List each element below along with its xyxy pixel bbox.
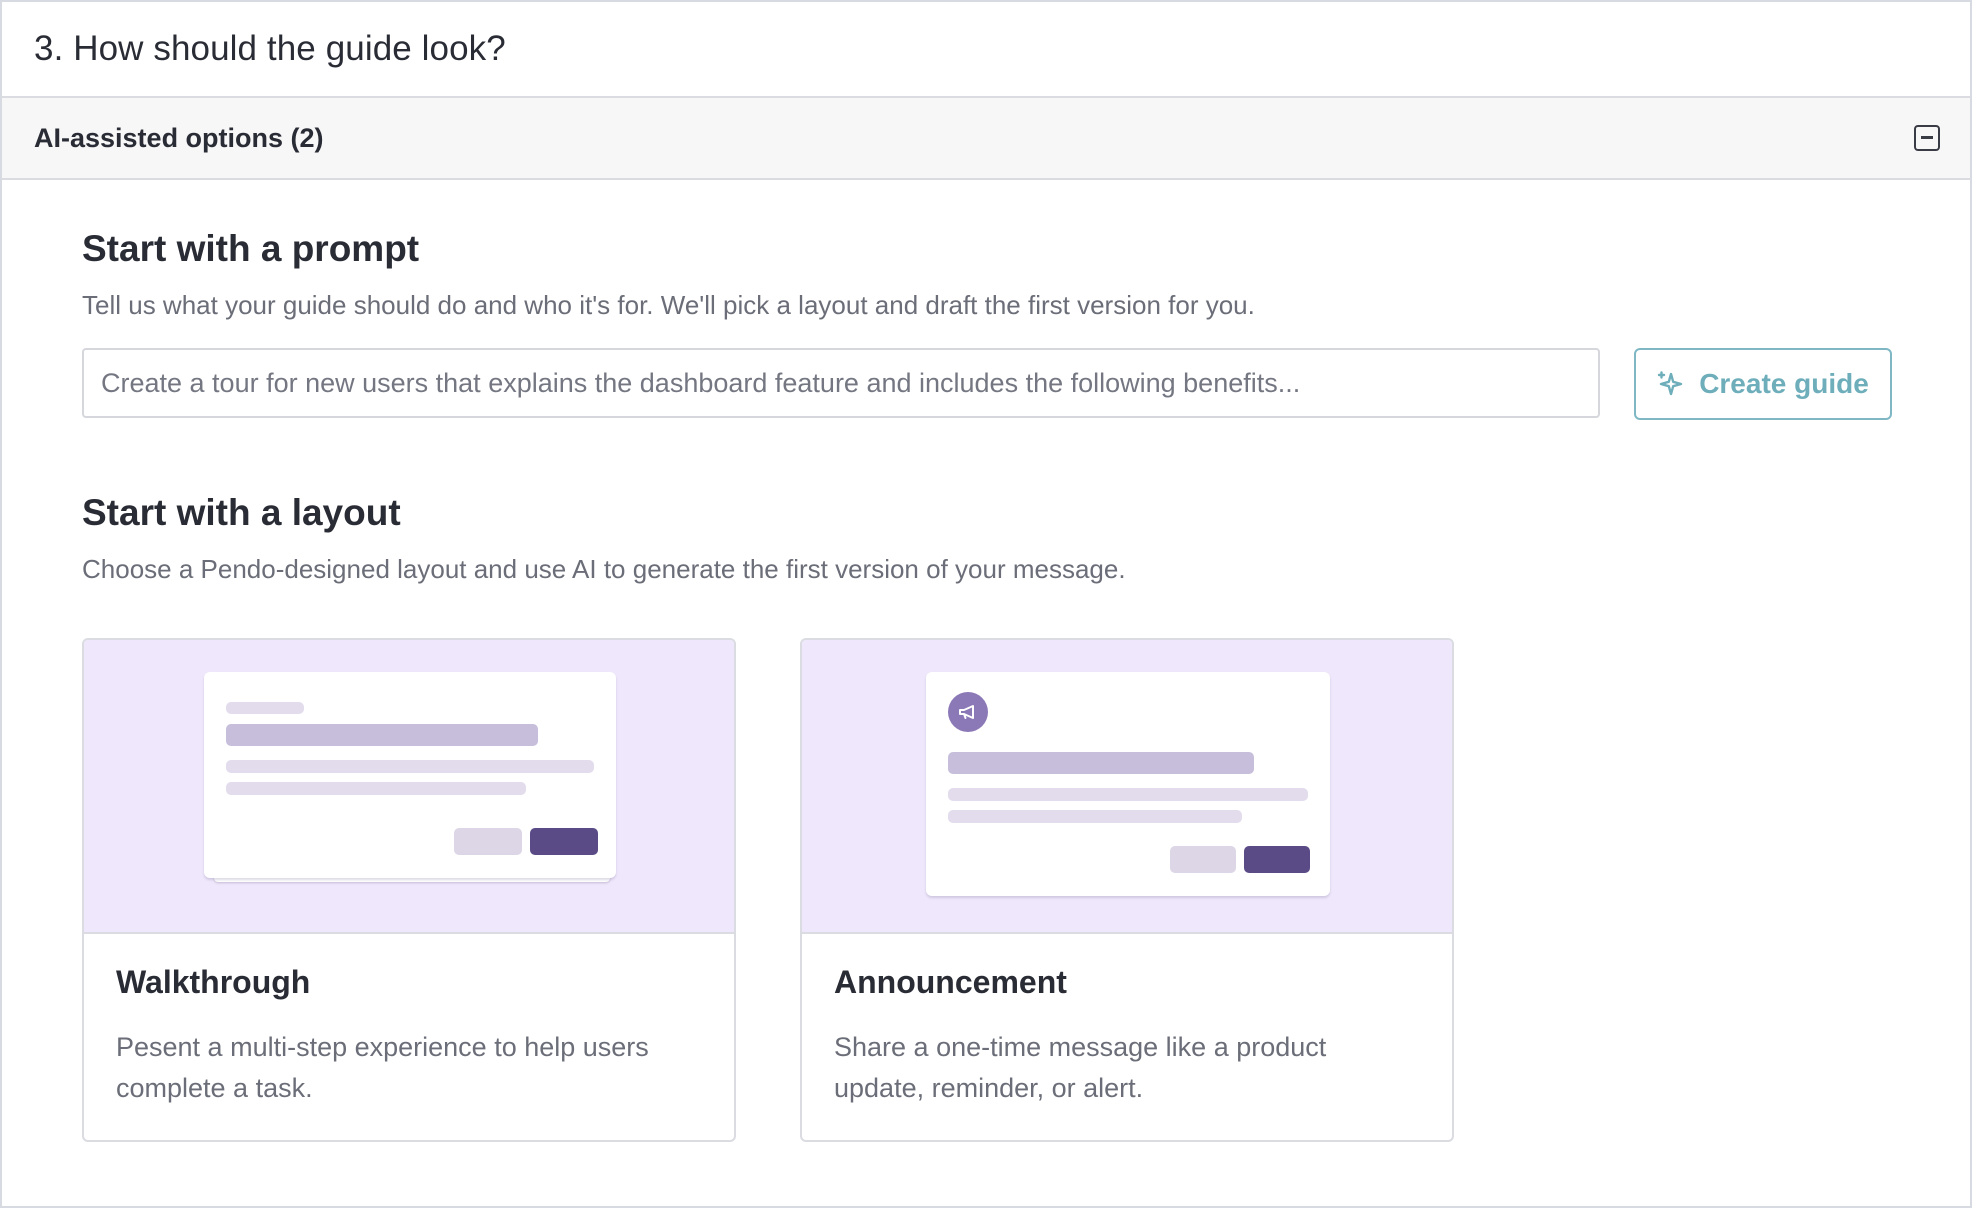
preview-heading: [948, 752, 1254, 774]
section-title: AI-assisted options (2): [34, 122, 324, 153]
announcement-preview: [802, 640, 1452, 934]
layout-section-description: Choose a Pendo-designed layout and use A…: [82, 554, 1126, 584]
megaphone-icon: [948, 692, 988, 732]
preview-line: [948, 788, 1308, 801]
card-title: Announcement: [834, 964, 1067, 1000]
preview-secondary-button: [454, 828, 522, 855]
preview-eyebrow: [226, 702, 304, 714]
sparkle-icon: [1657, 370, 1685, 398]
preview-secondary-button: [1170, 846, 1236, 873]
layout-section-title: Start with a layout: [82, 492, 401, 533]
announcement-layout-card[interactable]: Announcement Share a one-time message li…: [800, 638, 1454, 1142]
card-description: Pesent a multi-step experience to help u…: [116, 1032, 649, 1103]
card-description: Share a one-time message like a product …: [834, 1032, 1327, 1103]
step-title: 3. How should the guide look?: [34, 29, 506, 68]
walkthrough-preview: [84, 640, 734, 934]
preview-line: [226, 760, 594, 773]
create-guide-label: Create guide: [1699, 368, 1869, 399]
prompt-input[interactable]: [82, 348, 1600, 418]
preview-dialog: [926, 672, 1330, 896]
guide-look-panel: 3. How should the guide look? AI-assiste…: [0, 0, 1972, 1208]
preview-primary-button: [1244, 846, 1310, 873]
preview-primary-button: [530, 828, 598, 855]
preview-dialog: [204, 672, 616, 878]
create-guide-button[interactable]: Create guide: [1634, 348, 1892, 420]
step-header: 3. How should the guide look?: [2, 2, 1970, 98]
collapse-icon[interactable]: [1914, 125, 1940, 151]
preview-line: [948, 810, 1242, 823]
preview-line: [226, 782, 526, 795]
ai-options-section-header[interactable]: AI-assisted options (2): [2, 98, 1970, 180]
prompt-section-description: Tell us what your guide should do and wh…: [82, 290, 1255, 320]
preview-heading: [226, 724, 538, 746]
prompt-section-title: Start with a prompt: [82, 228, 420, 269]
card-title: Walkthrough: [116, 964, 311, 1000]
walkthrough-layout-card[interactable]: Walkthrough Pesent a multi-step experien…: [82, 638, 736, 1142]
